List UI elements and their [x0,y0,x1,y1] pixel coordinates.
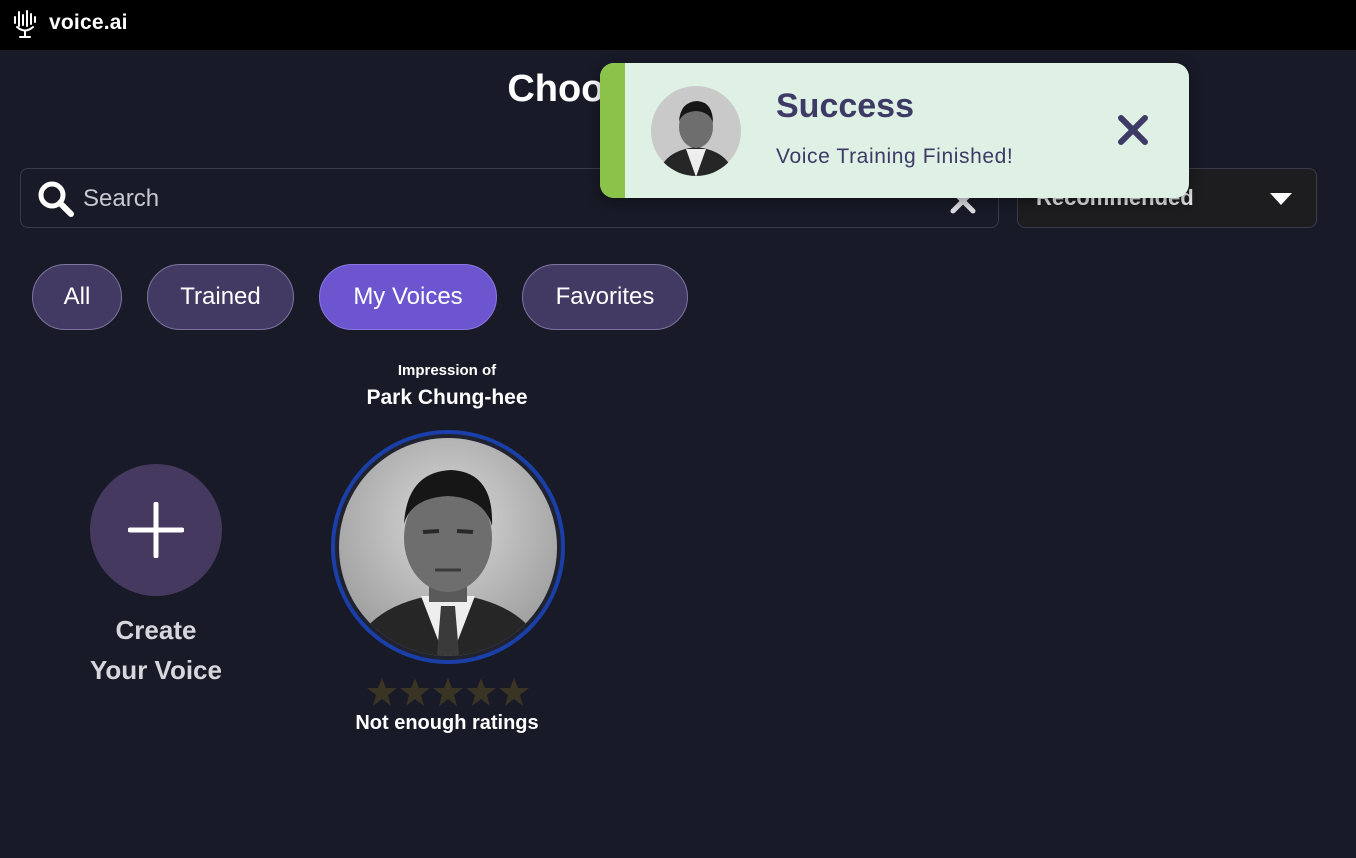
tab-label: Trained [180,283,261,310]
app-name: voice.ai [49,11,128,34]
chevron-down-icon [1270,193,1292,205]
toast-title: Success [776,87,914,125]
toast-message: Voice Training Finished! [776,145,1014,168]
voice-card-subtitle: Impression of [397,362,497,379]
tab-all[interactable]: All [32,264,122,330]
success-toast: Success Voice Training Finished! [600,63,1189,198]
tab-favorites[interactable]: Favorites [522,264,688,330]
create-label-line2: Your Voice [90,655,222,685]
voice-ai-logo-icon [14,10,36,38]
rating-stars [366,676,532,708]
close-icon[interactable] [1116,113,1150,147]
tab-my-voices[interactable]: My Voices [319,264,497,330]
tab-trained[interactable]: Trained [147,264,294,330]
tab-label: All [63,283,91,310]
toast-accent-bar [600,63,625,198]
create-voice-button[interactable] [90,464,222,596]
plus-icon [128,502,184,558]
star-icon [499,678,529,706]
voice-avatar[interactable] [329,428,567,666]
tab-label: Favorites [555,283,655,310]
star-icon [400,678,430,706]
create-label-line1: Create [115,615,197,645]
star-icon [466,678,496,706]
search-icon [38,181,74,217]
toast-avatar [651,86,741,176]
voice-card-name: Park Chung-hee [366,386,528,409]
create-voice-label[interactable]: Create Your Voice [56,610,256,690]
star-icon [433,678,463,706]
star-icon [367,678,397,706]
tab-label: My Voices [353,283,463,310]
title-bar: voice.ai [0,0,1356,50]
rating-text: Not enough ratings [355,712,539,734]
